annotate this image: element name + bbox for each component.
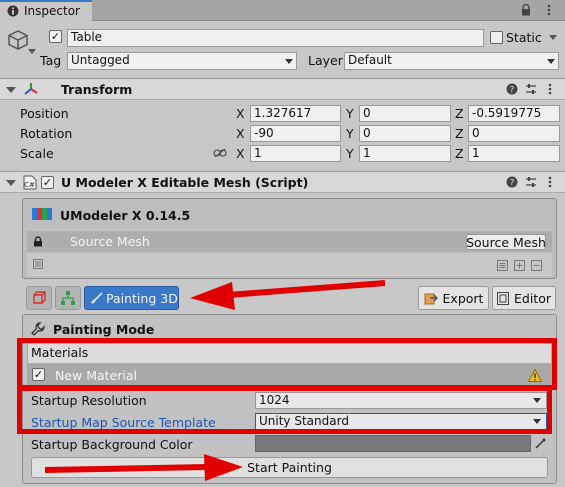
export-icon bbox=[424, 291, 438, 305]
material-checkbox[interactable]: ✓ bbox=[32, 368, 45, 381]
material-item-label: New Material bbox=[55, 368, 138, 383]
template-label: Startup Map Source Template bbox=[31, 415, 216, 430]
svg-text:?: ? bbox=[510, 178, 515, 188]
warning-icon bbox=[527, 368, 543, 383]
axis-y-label[interactable]: Y bbox=[346, 106, 354, 122]
rotation-label: Rotation bbox=[20, 126, 73, 141]
annotation-arrow-painting-tab bbox=[190, 280, 386, 310]
tag-label: Tag bbox=[40, 53, 62, 68]
resolution-dropdown-arrow bbox=[533, 398, 541, 403]
info-icon bbox=[6, 4, 20, 18]
presets-icon[interactable] bbox=[524, 82, 538, 96]
component-menu-icon[interactable] bbox=[543, 82, 557, 96]
svg-text:C#: C# bbox=[24, 181, 35, 189]
axis-z-label[interactable]: Z bbox=[455, 146, 464, 162]
tab-export[interactable]: Export bbox=[418, 286, 489, 310]
layer-dropdown[interactable]: Default bbox=[344, 52, 559, 70]
position-y-field[interactable]: 0 bbox=[359, 105, 451, 122]
tab-inspector-label: Inspector bbox=[24, 4, 80, 18]
position-z-field[interactable]: -0.5919775 bbox=[468, 105, 560, 122]
tag-dropdown-arrow bbox=[285, 59, 293, 64]
tab-editor-label: Editor bbox=[514, 290, 551, 306]
static-checkbox[interactable] bbox=[490, 31, 503, 44]
annotation-arrow-start-painting bbox=[44, 454, 243, 481]
constrain-proportions-icon[interactable] bbox=[212, 146, 228, 160]
tab-painting-3d-label: Painting 3D bbox=[106, 290, 178, 306]
axis-z-label[interactable]: Z bbox=[455, 126, 464, 142]
lock-icon[interactable] bbox=[519, 3, 533, 17]
brush-icon bbox=[91, 292, 103, 304]
eyedropper-icon[interactable] bbox=[532, 435, 548, 452]
help-icon[interactable]: ? bbox=[505, 82, 519, 96]
transform-axes-icon bbox=[22, 81, 40, 97]
tab-export-label: Export bbox=[442, 290, 484, 306]
axis-y-label[interactable]: Y bbox=[346, 126, 354, 142]
position-x-field[interactable]: 1.327617 bbox=[250, 105, 341, 122]
start-painting-label: Start Painting bbox=[247, 460, 332, 475]
umodeler-logo-icon bbox=[30, 205, 54, 223]
tab-inspector[interactable]: Inspector bbox=[0, 0, 92, 21]
scale-label: Scale bbox=[20, 146, 54, 161]
icon-dropdown-arrow[interactable] bbox=[28, 49, 36, 54]
tab-editor[interactable]: Editor bbox=[492, 286, 556, 310]
static-dropdown-arrow[interactable] bbox=[549, 35, 557, 40]
more-menu-icon[interactable] bbox=[541, 3, 557, 17]
script-file-icon: C# bbox=[22, 174, 38, 190]
axis-x-label[interactable]: X bbox=[236, 126, 245, 142]
axis-z-label[interactable]: Z bbox=[455, 106, 464, 122]
mesh-cube-icon bbox=[31, 290, 47, 306]
source-mesh-list bbox=[27, 253, 552, 276]
static-label: Static bbox=[506, 30, 542, 45]
layer-dropdown-arrow bbox=[547, 59, 555, 64]
scale-x-field[interactable]: 1 bbox=[250, 145, 341, 162]
transform-foldout-arrow[interactable] bbox=[6, 87, 16, 93]
source-mesh-button[interactable]: Source Mesh bbox=[466, 234, 546, 250]
presets-icon[interactable] bbox=[524, 175, 538, 189]
component-menu-icon[interactable] bbox=[543, 175, 557, 189]
hierarchy-icon bbox=[60, 290, 76, 306]
rotation-y-field[interactable]: 0 bbox=[359, 125, 451, 142]
startup-resolution-label: Startup Resolution bbox=[31, 393, 147, 408]
position-label: Position bbox=[20, 106, 69, 121]
axis-x-label[interactable]: X bbox=[236, 146, 245, 162]
remove-item-icon[interactable] bbox=[530, 259, 542, 271]
active-checkbox[interactable]: ✓ bbox=[49, 30, 62, 43]
template-dropdown[interactable]: Unity Standard bbox=[255, 413, 547, 430]
scale-z-field[interactable]: 1 bbox=[468, 145, 560, 162]
materials-header bbox=[27, 343, 552, 364]
materials-label: Materials bbox=[31, 345, 89, 360]
list-item-icon bbox=[32, 258, 44, 270]
tab-painting-3d[interactable]: Painting 3D bbox=[84, 286, 179, 310]
rotation-x-field[interactable]: -90 bbox=[250, 125, 341, 142]
painting-mode-title: Painting Mode bbox=[53, 322, 155, 337]
script-foldout-arrow[interactable] bbox=[6, 180, 16, 186]
add-item-icon[interactable] bbox=[513, 259, 525, 271]
axis-x-label[interactable]: X bbox=[236, 106, 245, 122]
help-icon[interactable]: ? bbox=[505, 175, 519, 189]
tab-mesh-mode[interactable] bbox=[26, 286, 52, 310]
tab-hierarchy-mode[interactable] bbox=[55, 286, 81, 310]
list-options-icon[interactable] bbox=[496, 259, 508, 271]
svg-text:?: ? bbox=[510, 85, 515, 95]
editor-icon bbox=[497, 291, 509, 305]
transform-title: Transform bbox=[61, 82, 133, 97]
bg-color-swatch[interactable] bbox=[255, 435, 531, 452]
umodeler-version-label: UModeler X 0.14.5 bbox=[60, 208, 191, 223]
script-title: U Modeler X Editable Mesh (Script) bbox=[61, 175, 309, 190]
scale-y-field[interactable]: 1 bbox=[359, 145, 451, 162]
script-enabled-checkbox[interactable]: ✓ bbox=[41, 176, 54, 189]
cube-icon bbox=[6, 28, 30, 52]
source-mesh-label: Source Mesh bbox=[70, 234, 150, 249]
lock-icon bbox=[32, 235, 44, 247]
rotation-z-field[interactable]: 0 bbox=[468, 125, 560, 142]
wrench-icon bbox=[30, 321, 46, 337]
object-name-field[interactable]: Table bbox=[67, 29, 484, 47]
template-dropdown-arrow bbox=[533, 419, 541, 424]
tag-dropdown[interactable]: Untagged bbox=[67, 52, 297, 70]
startup-resolution-dropdown[interactable]: 1024 bbox=[255, 392, 547, 409]
layer-label: Layer bbox=[308, 53, 343, 68]
axis-y-label[interactable]: Y bbox=[346, 146, 354, 162]
